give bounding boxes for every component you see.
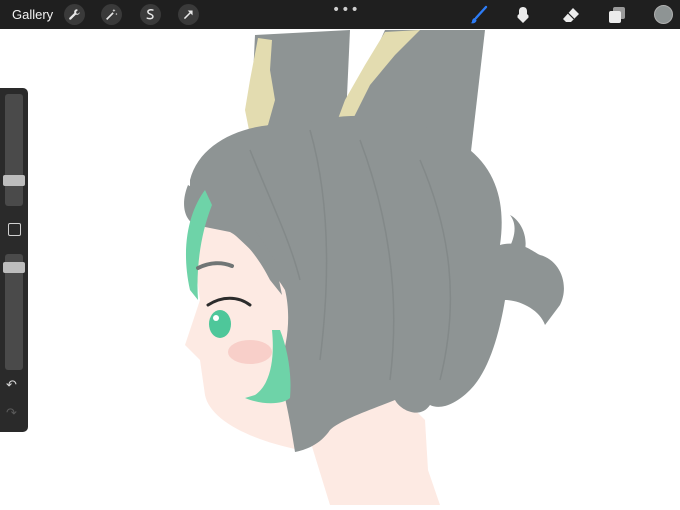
transform-arrow-icon — [183, 10, 193, 20]
wrench-icon — [69, 9, 80, 20]
eraser-icon — [563, 8, 579, 22]
brush-size-handle[interactable] — [3, 174, 25, 186]
adjustments-button[interactable] — [101, 4, 122, 25]
selection-icon — [146, 9, 154, 20]
undo-button[interactable]: ↶ — [6, 378, 17, 393]
opacity-handle[interactable] — [3, 262, 25, 274]
gallery-button[interactable]: Gallery — [12, 7, 53, 22]
transform-button[interactable] — [178, 4, 199, 25]
smudge-icon — [517, 7, 529, 23]
actions-button[interactable] — [64, 4, 85, 25]
color-picker-button[interactable] — [654, 5, 673, 24]
brush-icon — [470, 5, 488, 24]
more-menu-button[interactable]: ••• — [332, 2, 360, 18]
redo-button[interactable]: ↷ — [6, 406, 17, 421]
selection-button[interactable] — [140, 4, 161, 25]
smudge-tool-button[interactable] — [512, 4, 534, 26]
artwork-eye-highlight — [213, 315, 219, 321]
layers-icon — [609, 7, 625, 23]
magic-wand-icon — [106, 8, 118, 20]
eraser-tool-button[interactable] — [560, 4, 582, 26]
artwork-eye — [209, 310, 231, 338]
drawing-canvas[interactable] — [0, 29, 680, 510]
brush-sidebar: ↶ ↷ — [0, 88, 28, 432]
layers-button[interactable] — [606, 4, 628, 26]
brush-size-slider[interactable] — [5, 94, 23, 206]
brush-tool-button[interactable] — [468, 4, 490, 26]
artwork-blush — [228, 340, 272, 364]
top-toolbar: Gallery ••• — [0, 0, 680, 29]
modify-button[interactable] — [8, 223, 21, 236]
